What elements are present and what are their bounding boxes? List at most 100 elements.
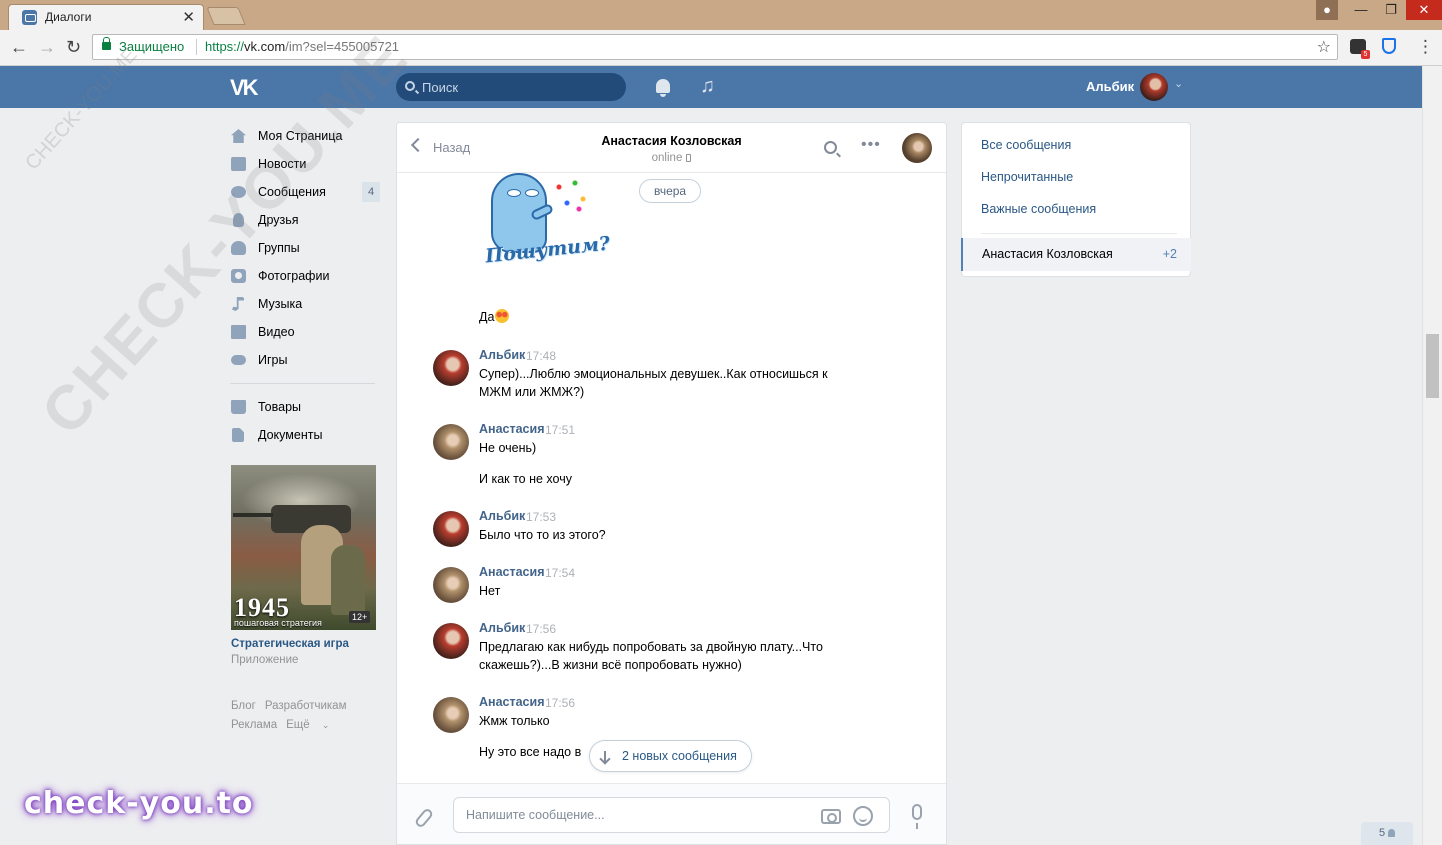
nav-item-documents[interactable]: Документы: [230, 421, 380, 449]
nav-item-video[interactable]: Видео: [230, 318, 380, 346]
ad-banner-image[interactable]: 1945 пошаговая стратегия 12+: [231, 465, 376, 630]
author-avatar[interactable]: [433, 567, 469, 603]
extension-icon[interactable]: 5: [1350, 39, 1370, 59]
search-input[interactable]: [422, 78, 617, 96]
search-icon[interactable]: [824, 141, 837, 154]
forward-arrow-icon[interactable]: →: [38, 37, 56, 58]
message-time[interactable]: 17:51: [545, 423, 575, 437]
tab-title: Диалоги: [45, 10, 92, 24]
arrow-down-icon: [604, 751, 606, 762]
vk-favicon-icon: [22, 10, 37, 25]
author-avatar[interactable]: [433, 350, 469, 386]
paperclip-icon[interactable]: [413, 807, 435, 829]
message-author[interactable]: Анастасия: [479, 565, 545, 579]
profile-icon[interactable]: ●: [1316, 0, 1338, 20]
message-time[interactable]: 17:53: [526, 510, 556, 524]
message-time[interactable]: 17:54: [545, 566, 575, 580]
nav-label: Группы: [258, 241, 300, 255]
filter-all-messages[interactable]: Все сообщения: [981, 138, 1071, 152]
footer-link-developers[interactable]: Разработчикам: [265, 700, 347, 712]
message-author[interactable]: Альбик: [479, 621, 525, 635]
new-messages-label: 2 новых сообщения: [622, 749, 737, 763]
ad-soldier: [331, 545, 365, 615]
nav-item-my-page[interactable]: Моя Страница: [230, 122, 380, 150]
online-friends-widget[interactable]: 5: [1361, 822, 1413, 845]
vk-logo[interactable]: VK: [230, 75, 259, 101]
author-avatar[interactable]: [433, 511, 469, 547]
header-user-name[interactable]: Альбик: [1086, 79, 1134, 94]
nav-item-news[interactable]: Новости: [230, 150, 380, 178]
filter-important[interactable]: Важные сообщения: [981, 202, 1096, 216]
active-dialog-item[interactable]: Анастасия Козловская +2: [961, 238, 1191, 271]
footer-more[interactable]: Ещё ⌄: [286, 719, 338, 731]
nav-item-goods[interactable]: Товары: [230, 393, 380, 421]
author-avatar[interactable]: [433, 697, 469, 733]
chat-panel: Назад Анастасия Козловская online ••• По…: [396, 122, 947, 845]
chevron-down-icon: ⌄: [321, 720, 330, 730]
restore-button[interactable]: ❐: [1376, 0, 1406, 20]
emoji-smile-icon[interactable]: [853, 806, 873, 826]
date-separator-pill[interactable]: вчера: [639, 179, 702, 203]
message-body: Да: [479, 310, 495, 324]
reload-icon[interactable]: ↻: [66, 37, 81, 58]
camera-icon[interactable]: [821, 809, 841, 824]
nav-item-messages[interactable]: Сообщения 4: [230, 178, 380, 206]
message-time[interactable]: 17:56: [545, 696, 575, 710]
active-dialog-name: Анастасия Козловская: [982, 247, 1113, 261]
friends-icon: [233, 213, 244, 227]
nav-item-photos[interactable]: Фотографии: [230, 262, 380, 290]
message-body: Супер)...Люблю эмоциональных девушек..Ка…: [479, 365, 869, 401]
tab-close-icon[interactable]: ✕: [182, 8, 195, 26]
sticker-image[interactable]: Пошутим?: [481, 169, 611, 279]
message-line: Было что то из этого?: [479, 528, 606, 542]
messages-count-badge: 4: [362, 182, 380, 202]
address-bar[interactable]: Защищено https://vk.com/im?sel=455005721…: [92, 34, 1338, 60]
author-avatar[interactable]: [433, 623, 469, 659]
author-avatar[interactable]: [433, 424, 469, 460]
message-author[interactable]: Альбик: [479, 348, 525, 362]
shield-extension-icon[interactable]: [1382, 38, 1396, 54]
header-user-avatar[interactable]: [1140, 73, 1168, 101]
message-author[interactable]: Анастасия: [479, 422, 545, 436]
music-note-icon[interactable]: ♫: [700, 75, 715, 98]
message-author[interactable]: Альбик: [479, 509, 525, 523]
peer-avatar[interactable]: [902, 133, 932, 163]
more-dots-icon[interactable]: •••: [861, 136, 881, 154]
sticker-confetti: [551, 175, 591, 215]
scrollbar-thumb[interactable]: [1426, 334, 1439, 398]
minimize-button[interactable]: —: [1346, 0, 1376, 20]
mobile-phone-icon: [686, 154, 692, 162]
filter-unread[interactable]: Непрочитанные: [981, 170, 1073, 184]
url-text[interactable]: https://vk.com/im?sel=455005721: [205, 39, 399, 54]
microphone-icon[interactable]: [912, 804, 922, 829]
nav-item-friends[interactable]: Друзья: [230, 206, 380, 234]
news-icon: [231, 157, 246, 171]
message-time[interactable]: 17:48: [526, 349, 556, 363]
message-text: Да: [479, 308, 510, 326]
chevron-down-icon[interactable]: ⌄: [1174, 77, 1183, 90]
nav-item-music[interactable]: Музыка: [230, 290, 380, 318]
bookmark-star-icon[interactable]: ☆: [1317, 37, 1331, 57]
browser-tab[interactable]: Диалоги ✕: [8, 4, 204, 30]
message-time[interactable]: 17:56: [526, 622, 556, 636]
footer-link-ads[interactable]: Реклама: [231, 719, 277, 731]
message-author[interactable]: Анастасия: [479, 695, 545, 709]
nav-item-groups[interactable]: Группы: [230, 234, 380, 262]
new-tab-button[interactable]: [206, 7, 246, 25]
new-messages-button[interactable]: 2 новых сообщения: [589, 740, 752, 772]
documents-icon: [232, 428, 244, 442]
back-arrow-icon[interactable]: ←: [10, 37, 28, 58]
footer-link-blog[interactable]: Блог: [231, 700, 256, 712]
search-box[interactable]: [396, 73, 626, 101]
browser-menu-icon[interactable]: ⋮: [1417, 37, 1434, 57]
ad-title-link[interactable]: Стратегическая игра: [231, 638, 349, 650]
page-scrollbar[interactable]: [1422, 66, 1442, 845]
message-composer: [397, 783, 946, 844]
message-body: Не очень): [479, 439, 869, 457]
nav-item-games[interactable]: Игры: [230, 346, 380, 374]
close-window-button[interactable]: ✕: [1406, 0, 1442, 20]
nav-label: Товары: [258, 400, 301, 414]
notifications-bell-icon[interactable]: [656, 79, 670, 97]
peer-status-text: online: [651, 152, 683, 164]
sticker-eye: [525, 189, 539, 197]
